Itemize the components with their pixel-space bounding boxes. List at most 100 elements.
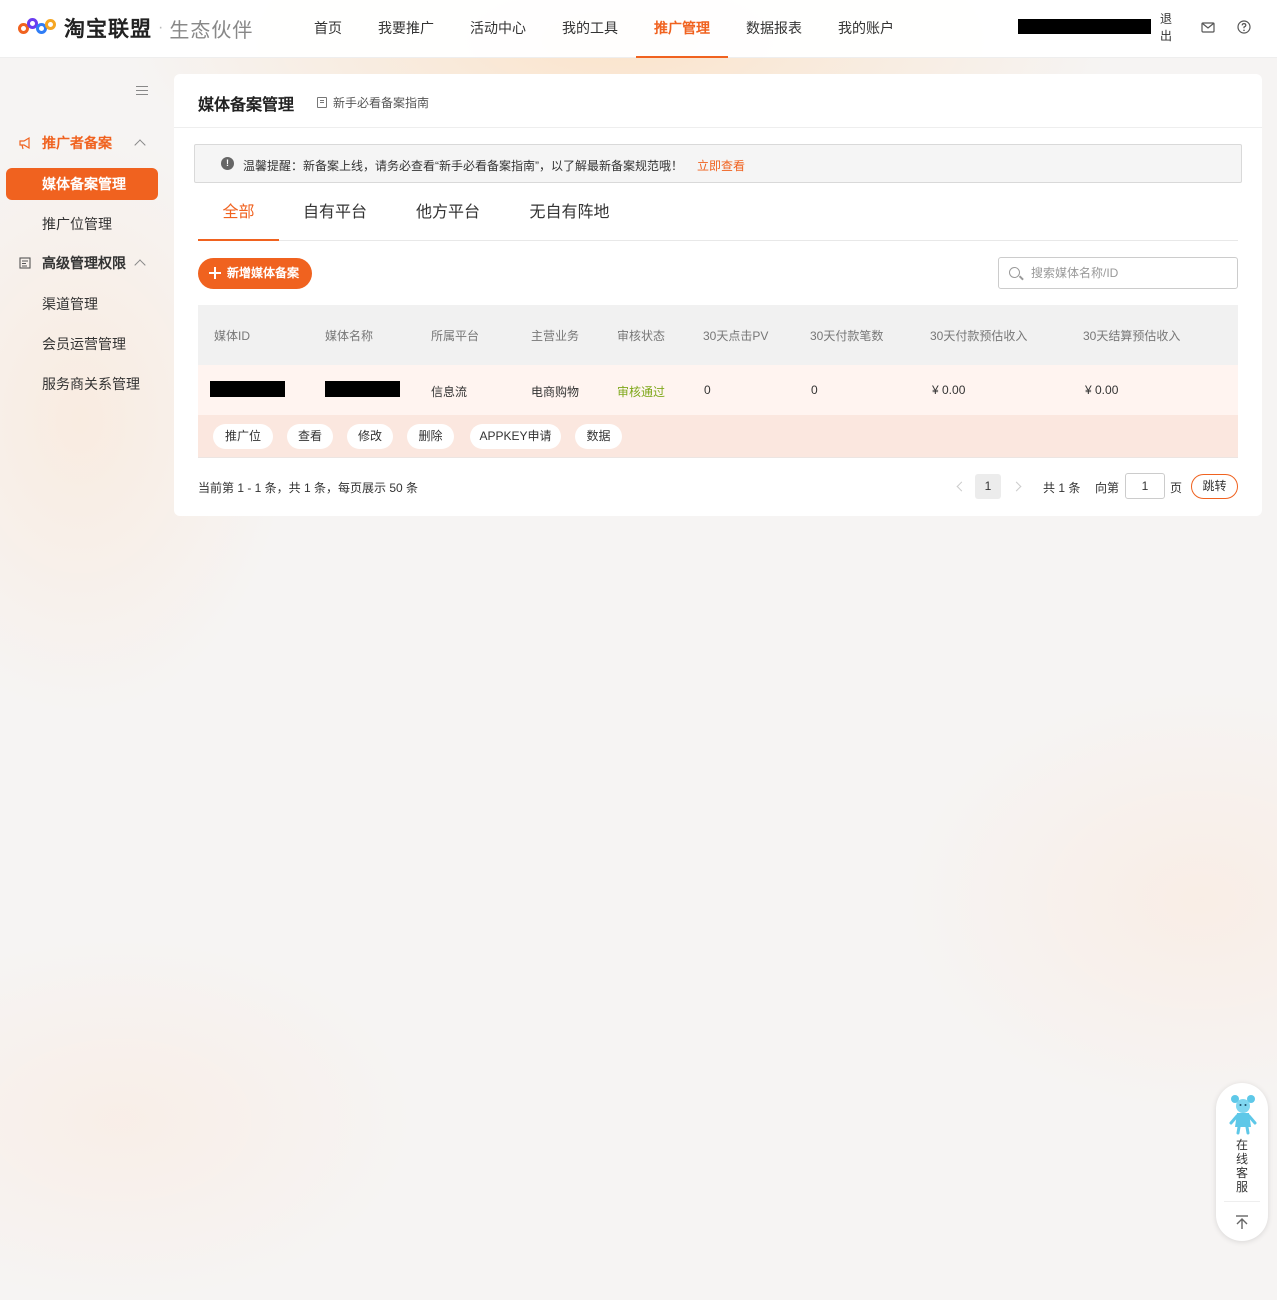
table-row: 信息流 电商购物 审核通过 0 0 ¥ 0.00 ¥ 0.00 bbox=[198, 365, 1238, 415]
tab-own-platform[interactable]: 自有平台 bbox=[303, 194, 367, 240]
action-view-button[interactable]: 查看 bbox=[287, 424, 333, 449]
sidebar: 推广者备案 媒体备案管理 推广位管理 高级管理权限 渠道管理 会员运营管理 服务… bbox=[0, 58, 164, 1300]
platform-tabs: 全部 自有平台 他方平台 无自有阵地 bbox=[198, 194, 1238, 241]
brand-subtitle: 生态伙伴 bbox=[169, 19, 254, 42]
col-settle-income: 30天结算预估收入 bbox=[1083, 329, 1181, 343]
nav-promotion-management[interactable]: 推广管理 bbox=[636, 0, 728, 58]
sidebar-group-promoter-registration[interactable]: 推广者备案 bbox=[0, 128, 164, 158]
nav-home[interactable]: 首页 bbox=[296, 0, 360, 58]
online-service-label: 在 线 客 服 bbox=[1216, 1138, 1268, 1194]
sidebar-group-advanced-permissions[interactable]: 高级管理权限 bbox=[0, 248, 164, 278]
tab-other-platform[interactable]: 他方平台 bbox=[416, 194, 480, 240]
cell-status: 审核通过 bbox=[617, 385, 666, 399]
brand-separator: · bbox=[158, 19, 164, 36]
logout-char-1: 退 bbox=[1159, 12, 1172, 26]
pagination-summary: 当前第 1 - 1 条，共 1 条，每页展示 50 条 bbox=[198, 481, 419, 495]
next-page-icon[interactable] bbox=[1011, 481, 1022, 492]
back-to-top-icon[interactable] bbox=[1234, 1214, 1250, 1230]
search-icon bbox=[1009, 267, 1020, 278]
col-order-count: 30天付款笔数 bbox=[810, 329, 884, 343]
menu-collapse-icon[interactable] bbox=[136, 86, 148, 98]
logout-char-2: 出 bbox=[1159, 29, 1172, 43]
col-media-id: 媒体ID bbox=[214, 329, 251, 343]
search-input[interactable] bbox=[1031, 264, 1231, 282]
guide-link-label: 新手必看备案指南 bbox=[333, 96, 430, 110]
nav-activity-center[interactable]: 活动中心 bbox=[452, 0, 544, 58]
col-review-status: 审核状态 bbox=[617, 329, 666, 343]
cell-business: 电商购物 bbox=[531, 385, 580, 399]
main-nav: 首页 我要推广 活动中心 我的工具 推广管理 数据报表 我的账户 bbox=[296, 0, 912, 58]
tab-no-own-position[interactable]: 无自有阵地 bbox=[529, 194, 610, 240]
notice-banner: ! 温馨提醒：新备案上线，请务必查看“新手必看备案指南”，以了解最新备案规范哦！… bbox=[194, 144, 1242, 183]
cell-click-pv: 0 bbox=[704, 383, 711, 397]
sidebar-item-channel-management[interactable]: 渠道管理 bbox=[6, 288, 158, 320]
action-delete-button[interactable]: 删除 bbox=[407, 424, 454, 449]
pagination-total: 共 1 条 bbox=[1043, 481, 1081, 495]
chevron-up-icon[interactable] bbox=[134, 259, 146, 271]
tab-all[interactable]: 全部 bbox=[198, 194, 279, 241]
media-id-redacted bbox=[210, 381, 285, 397]
goto-suffix: 页 bbox=[1170, 481, 1183, 495]
action-edit-button[interactable]: 修改 bbox=[347, 424, 393, 449]
top-header: 淘宝联盟 · 生态伙伴 首页 我要推广 活动中心 我的工具 推广管理 数据报表 … bbox=[0, 0, 1277, 58]
action-adzone-button[interactable]: 推广位 bbox=[213, 424, 273, 449]
info-icon: ! bbox=[221, 157, 234, 170]
nav-my-account[interactable]: 我的账户 bbox=[820, 0, 912, 58]
admin-icon bbox=[19, 257, 31, 269]
megaphone-icon bbox=[19, 136, 30, 150]
logout-link[interactable]: 退 出 bbox=[1155, 11, 1177, 45]
chevron-up-icon[interactable] bbox=[134, 139, 146, 151]
online-service-widget[interactable]: 在 线 客 服 bbox=[1216, 1083, 1268, 1241]
sidebar-item-media-registration[interactable]: 媒体备案管理 bbox=[6, 168, 158, 200]
sidebar-group-label: 推广者备案 bbox=[42, 135, 112, 151]
sidebar-item-service-provider-relations[interactable]: 服务商关系管理 bbox=[6, 368, 158, 400]
add-media-registration-button[interactable]: 新增媒体备案 bbox=[198, 258, 312, 289]
action-data-button[interactable]: 数据 bbox=[575, 424, 622, 449]
service-char: 服 bbox=[1235, 1180, 1248, 1194]
sidebar-item-member-operations[interactable]: 会员运营管理 bbox=[6, 328, 158, 360]
cell-settle-income: ¥ 0.00 bbox=[1085, 383, 1119, 397]
row-actions: 推广位 查看 修改 删除 APPKEY申请 数据 bbox=[198, 415, 1238, 458]
help-icon[interactable] bbox=[1237, 20, 1251, 34]
cell-order-count: 0 bbox=[811, 383, 818, 397]
notice-text: 温馨提醒：新备案上线，请务必查看“新手必看备案指南”，以了解最新备案规范哦！ bbox=[243, 159, 683, 173]
col-business: 主营业务 bbox=[531, 329, 580, 343]
mascot-icon bbox=[1229, 1095, 1257, 1135]
nav-my-tools[interactable]: 我的工具 bbox=[544, 0, 636, 58]
table-header: 媒体ID 媒体名称 所属平台 主营业务 审核状态 30天点击PV 30天付款笔数… bbox=[198, 305, 1238, 365]
nav-promote[interactable]: 我要推广 bbox=[360, 0, 452, 58]
col-click-pv: 30天点击PV bbox=[703, 329, 769, 343]
action-appkey-apply-button[interactable]: APPKEY申请 bbox=[470, 424, 561, 449]
cell-platform: 信息流 bbox=[431, 385, 468, 399]
sidebar-item-adzone-management[interactable]: 推广位管理 bbox=[6, 208, 158, 240]
col-media-name: 媒体名称 bbox=[325, 329, 374, 343]
col-pay-income: 30天付款预估收入 bbox=[930, 329, 1028, 343]
main-card: 媒体备案管理 新手必看备案指南 ! 温馨提醒：新备案上线，请务必查看“新手必看备… bbox=[174, 74, 1262, 516]
guide-link[interactable]: 新手必看备案指南 bbox=[317, 94, 429, 111]
media-name-redacted bbox=[325, 381, 400, 397]
service-char: 在 bbox=[1235, 1138, 1248, 1152]
sidebar-group-label: 高级管理权限 bbox=[42, 255, 126, 271]
page-number-current[interactable]: 1 bbox=[975, 474, 1001, 499]
jump-button[interactable]: 跳转 bbox=[1191, 474, 1238, 499]
card-header: 媒体备案管理 新手必看备案指南 bbox=[174, 74, 1262, 128]
logo-mark-icon bbox=[18, 17, 58, 39]
media-table: 媒体ID 媒体名称 所属平台 主营业务 审核状态 30天点击PV 30天付款笔数… bbox=[198, 305, 1238, 458]
brand-logo[interactable]: 淘宝联盟 · 生态伙伴 bbox=[18, 15, 254, 42]
search-box bbox=[998, 257, 1238, 289]
service-char: 客 bbox=[1235, 1166, 1248, 1180]
plus-icon bbox=[209, 267, 221, 279]
add-button-label: 新增媒体备案 bbox=[227, 266, 300, 280]
brand-name: 淘宝联盟 bbox=[64, 18, 152, 41]
username-redacted bbox=[1018, 19, 1151, 34]
nav-data-reports[interactable]: 数据报表 bbox=[728, 0, 820, 58]
prev-page-icon[interactable] bbox=[956, 481, 967, 492]
col-platform: 所属平台 bbox=[431, 329, 480, 343]
goto-page-input[interactable]: 1 bbox=[1125, 473, 1165, 499]
goto-prefix: 向第 bbox=[1095, 481, 1120, 495]
mail-icon[interactable] bbox=[1201, 20, 1215, 34]
divider bbox=[1224, 1201, 1260, 1202]
notice-view-now-link[interactable]: 立即查看 bbox=[697, 157, 745, 174]
cell-pay-income: ¥ 0.00 bbox=[932, 383, 966, 397]
document-icon bbox=[317, 97, 327, 108]
